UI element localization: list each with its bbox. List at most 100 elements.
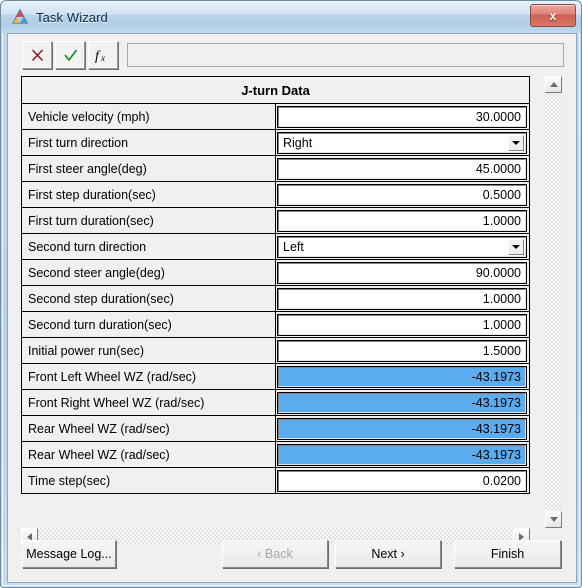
- message-log-button[interactable]: Message Log...: [22, 540, 116, 568]
- task-wizard-window: Task Wizard x f x J-turn Data Vehicle ve…: [0, 0, 582, 588]
- row-label: Front Left Wheel WZ (rad/sec): [21, 363, 276, 390]
- table-row: Time step(sec) 0.0200: [21, 467, 530, 494]
- row-label: Second turn duration(sec): [21, 311, 276, 338]
- close-icon: x: [549, 8, 557, 23]
- row-value-cell: Left: [275, 233, 530, 260]
- row-value-cell: -43.1973: [275, 415, 530, 442]
- row-label: First step duration(sec): [21, 181, 276, 208]
- row-label: Second steer angle(deg): [21, 259, 276, 286]
- row-value-input[interactable]: 90.0000: [277, 261, 527, 284]
- next-button[interactable]: Next ›: [335, 540, 441, 568]
- row-value-input[interactable]: -43.1973: [277, 391, 527, 414]
- row-value-cell: -43.1973: [275, 389, 530, 416]
- row-value-text: 1.0000: [482, 317, 521, 332]
- arrow-up-icon: [549, 82, 558, 87]
- row-value-input[interactable]: -43.1973: [277, 417, 527, 440]
- table-row: First turn direction Right: [21, 129, 530, 156]
- table-header-row: J-turn Data: [21, 76, 530, 104]
- titlebar: Task Wizard x: [1, 1, 581, 33]
- table-row: Vehicle velocity (mph) 30.0000: [21, 103, 530, 130]
- finish-button[interactable]: Finish: [454, 540, 561, 568]
- row-value-cell: Right: [275, 129, 530, 156]
- row-value-dropdown[interactable]: Left: [277, 235, 527, 258]
- table-body: J-turn Data Vehicle velocity (mph) 30.000…: [21, 76, 530, 494]
- row-label: First turn duration(sec): [21, 207, 276, 234]
- row-value-text: -43.1973: [471, 447, 521, 462]
- vertical-scrollbar[interactable]: [545, 76, 562, 528]
- row-value-input[interactable]: 45.0000: [277, 157, 527, 180]
- row-value-input[interactable]: -43.1973: [277, 443, 527, 466]
- row-value-input[interactable]: -43.1973: [277, 365, 527, 388]
- row-label: Initial power run(sec): [21, 337, 276, 364]
- table-row: Initial power run(sec) 1.5000: [21, 337, 530, 364]
- table-row: Rear Wheel WZ (rad/sec) -43.1973: [21, 415, 530, 442]
- table-title-cell: J-turn Data: [21, 76, 530, 104]
- fx-function-icon: f x: [95, 49, 105, 63]
- row-label: Front Right Wheel WZ (rad/sec): [21, 389, 276, 416]
- dropdown-selected-value: Left: [283, 239, 304, 254]
- back-button[interactable]: ‹ Back: [222, 540, 328, 568]
- table-row: Second step duration(sec) 1.0000: [21, 285, 530, 312]
- green-check-icon: [63, 48, 77, 61]
- row-label: Second step duration(sec): [21, 285, 276, 312]
- row-value-input[interactable]: 1.0000: [277, 313, 527, 336]
- row-value-text: 0.0200: [482, 473, 521, 488]
- row-value-text: 1.5000: [482, 343, 521, 358]
- cancel-edit-button[interactable]: [22, 41, 52, 69]
- svg-text:x: x: [100, 53, 105, 63]
- close-button[interactable]: x: [530, 4, 576, 27]
- accept-edit-button[interactable]: [55, 41, 85, 69]
- row-value-cell: 0.5000: [275, 181, 530, 208]
- j-turn-data-table: J-turn Data Vehicle velocity (mph) 30.000…: [21, 76, 530, 494]
- row-value-input[interactable]: 1.0000: [277, 209, 527, 232]
- table-row: First steer angle(deg) 45.0000: [21, 155, 530, 182]
- table-row: Rear Wheel WZ (rad/sec) -43.1973: [21, 441, 530, 468]
- chevron-down-icon[interactable]: [508, 134, 524, 151]
- scroll-up-button[interactable]: [545, 76, 562, 93]
- row-value-cell: 1.0000: [275, 207, 530, 234]
- delta-triangle-icon: [11, 8, 29, 24]
- wizard-button-bar: Message Log... ‹ Back Next › Finish: [8, 526, 576, 582]
- row-value-input[interactable]: 1.5000: [277, 339, 527, 362]
- table-row: Second turn direction Left: [21, 233, 530, 260]
- row-value-cell: 1.0000: [275, 311, 530, 338]
- row-value-text: -43.1973: [471, 369, 521, 384]
- row-value-cell: -43.1973: [275, 363, 530, 390]
- grid-scroll-viewport: J-turn Data Vehicle velocity (mph) 30.000…: [21, 76, 530, 528]
- row-value-cell: 90.0000: [275, 259, 530, 286]
- row-value-input[interactable]: 30.0000: [277, 105, 527, 128]
- row-value-input[interactable]: 0.0200: [277, 469, 527, 492]
- row-label: Vehicle velocity (mph): [21, 103, 276, 130]
- chevron-down-icon[interactable]: [508, 238, 524, 255]
- table-row: First step duration(sec) 0.5000: [21, 181, 530, 208]
- row-value-cell: 30.0000: [275, 103, 530, 130]
- row-value-input[interactable]: 1.0000: [277, 287, 527, 310]
- table-row: First turn duration(sec) 1.0000: [21, 207, 530, 234]
- row-value-dropdown[interactable]: Right: [277, 131, 527, 154]
- table-row: Front Right Wheel WZ (rad/sec) -43.1973: [21, 389, 530, 416]
- window-title: Task Wizard: [36, 9, 108, 25]
- row-value-text: 45.0000: [475, 161, 521, 176]
- row-value-text: 0.5000: [482, 187, 521, 202]
- row-label: First turn direction: [21, 129, 276, 156]
- row-value-text: 1.0000: [482, 213, 521, 228]
- row-value-cell: 1.0000: [275, 285, 530, 312]
- row-label: Rear Wheel WZ (rad/sec): [21, 415, 276, 442]
- row-label: Rear Wheel WZ (rad/sec): [21, 441, 276, 468]
- insert-function-button[interactable]: f x: [88, 41, 118, 69]
- red-x-icon: [31, 48, 43, 61]
- row-value-cell: 1.5000: [275, 337, 530, 364]
- arrow-down-icon: [549, 517, 558, 522]
- dropdown-selected-value: Right: [283, 135, 313, 150]
- row-value-text: 1.0000: [482, 291, 521, 306]
- vertical-scroll-track[interactable]: [545, 93, 562, 511]
- table-row: Second steer angle(deg) 90.0000: [21, 259, 530, 286]
- formula-input[interactable]: [127, 43, 564, 67]
- row-value-cell: 45.0000: [275, 155, 530, 182]
- row-value-cell: -43.1973: [275, 441, 530, 468]
- row-value-input[interactable]: 0.5000: [277, 183, 527, 206]
- toolbar: f x: [8, 34, 576, 76]
- row-label: Time step(sec): [21, 467, 276, 494]
- row-value-text: 30.0000: [475, 109, 521, 124]
- client-area: f x J-turn Data Vehicle velocity (mph) 30…: [7, 33, 577, 583]
